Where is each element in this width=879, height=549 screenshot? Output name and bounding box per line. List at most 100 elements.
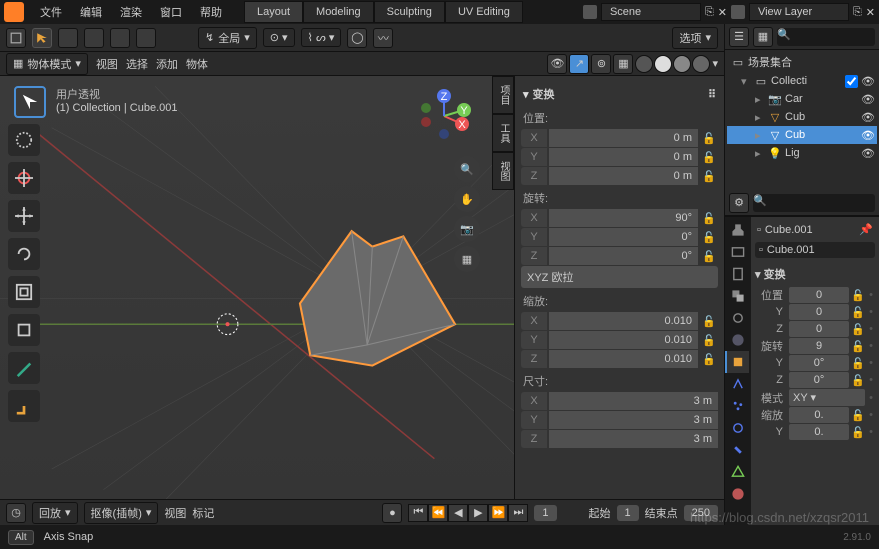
rot-x-field[interactable]: 90°	[549, 209, 698, 227]
tab-constraint-icon[interactable]	[725, 439, 749, 461]
pos-z-lock-icon[interactable]: 🔓	[700, 170, 718, 183]
tool-annotate[interactable]	[8, 352, 40, 384]
lock-icon[interactable]: 🔓	[851, 426, 865, 439]
pos-x-field[interactable]: 0 m	[549, 129, 698, 147]
workspace-uvediting[interactable]: UV Editing	[445, 1, 523, 23]
object-menu[interactable]: 物体	[186, 56, 208, 72]
p-rot-z[interactable]: 0°	[789, 372, 849, 388]
pan-icon[interactable]: ✋	[454, 186, 480, 212]
jump-start-icon[interactable]: ⏮	[408, 504, 428, 522]
scene-close-icon[interactable]: ✕	[718, 6, 727, 19]
select-mode-2-icon[interactable]	[84, 28, 104, 48]
dim-y-field[interactable]: 3 m	[549, 411, 718, 429]
options-dropdown[interactable]: 选项 ▾	[672, 27, 718, 49]
mode-dropdown[interactable]: ▦ 物体模式 ▾	[6, 53, 88, 75]
perspective-toggle-icon[interactable]: ▦	[454, 246, 480, 272]
tab-modifier-icon[interactable]	[725, 373, 749, 395]
rot-z-lock-icon[interactable]: 🔓	[700, 250, 718, 263]
tool-select[interactable]	[8, 124, 40, 156]
jump-end-icon[interactable]: ⏭	[508, 504, 528, 522]
pos-y-lock-icon[interactable]: 🔓	[700, 151, 718, 164]
playback-dropdown[interactable]: 回放 ▾	[32, 502, 78, 524]
prev-key-icon[interactable]: ⏪	[428, 504, 448, 522]
solid-shading[interactable]	[654, 55, 672, 73]
eye-icon[interactable]: 👁	[861, 111, 875, 124]
matprev-shading[interactable]	[673, 55, 691, 73]
p-rot-x[interactable]: 9	[789, 338, 849, 354]
lock-icon[interactable]: 🔓	[851, 340, 865, 353]
tree-item-camera[interactable]: ▸📷Car👁	[727, 90, 877, 108]
workspace-layout[interactable]: Layout	[244, 1, 303, 23]
lock-icon[interactable]: 🔓	[851, 357, 865, 370]
rotation-mode-dropdown[interactable]: XYZ 欧拉	[521, 266, 718, 288]
tool-move[interactable]	[8, 200, 40, 232]
viewlayer-copy-icon[interactable]: ⎘	[853, 6, 862, 19]
tab-material-icon[interactable]	[725, 483, 749, 505]
p-pos-x[interactable]: 0	[789, 287, 849, 303]
eye-icon[interactable]: 👁	[861, 147, 875, 160]
tree-collection[interactable]: ▾▭Collecti👁	[727, 72, 877, 90]
workspace-modeling[interactable]: Modeling	[303, 1, 374, 23]
p-rot-y[interactable]: 0°	[789, 355, 849, 371]
blender-logo[interactable]	[4, 2, 24, 22]
menu-edit[interactable]: 编辑	[72, 1, 110, 23]
viewlayer-field[interactable]: View Layer	[749, 3, 849, 21]
curve-icon[interactable]: 〰	[373, 28, 393, 48]
select-mode-3-icon[interactable]	[110, 28, 130, 48]
tab-particle-icon[interactable]	[725, 395, 749, 417]
rot-x-lock-icon[interactable]: 🔓	[700, 212, 718, 225]
eye-icon[interactable]: 👁	[861, 129, 875, 142]
camera-view-icon[interactable]: 📷	[454, 216, 480, 242]
3d-viewport[interactable]: 用户透视 (1) Collection | Cube.001 X Y Z	[0, 76, 724, 499]
pos-x-lock-icon[interactable]: 🔓	[700, 132, 718, 145]
menu-render[interactable]: 渲染	[112, 1, 150, 23]
p-scale-y[interactable]: 0.	[789, 424, 849, 440]
tool-rotate[interactable]	[8, 238, 40, 270]
tab-tool-icon[interactable]	[725, 219, 749, 241]
current-frame-field[interactable]: 1	[534, 505, 556, 521]
object-name[interactable]: Cube.001	[765, 224, 813, 236]
p-mode-dropdown[interactable]: XY ▾	[789, 389, 865, 406]
menu-help[interactable]: 帮助	[192, 1, 230, 23]
nav-gizmo[interactable]: X Y Z	[414, 86, 474, 146]
rot-y-lock-icon[interactable]: 🔓	[700, 231, 718, 244]
lock-icon[interactable]: 🔓	[851, 289, 865, 302]
outliner-display-icon[interactable]: ▦	[753, 27, 773, 47]
scene-copy-icon[interactable]: ⎘	[705, 6, 714, 19]
menu-file[interactable]: 文件	[32, 1, 70, 23]
pin-icon[interactable]: 📌	[859, 223, 873, 236]
transform-panel-title[interactable]: ▾ 变换⠿	[521, 82, 718, 106]
tab-physics-icon[interactable]	[725, 417, 749, 439]
tab-output-icon[interactable]	[725, 263, 749, 285]
keying-dropdown[interactable]: 抠像(插帧) ▾	[84, 502, 159, 524]
outliner-type-icon[interactable]: ☰	[729, 27, 749, 47]
tool-cursor[interactable]	[8, 162, 40, 194]
pos-y-field[interactable]: 0 m	[549, 148, 698, 166]
collection-checkbox[interactable]	[845, 75, 858, 88]
cursor-tool-icon[interactable]	[32, 28, 52, 48]
select-mode-4-icon[interactable]	[136, 28, 156, 48]
viewlayer-close-icon[interactable]: ✕	[866, 6, 875, 19]
data-name-row[interactable]: ▫Cube.001	[755, 242, 875, 258]
tree-item-cube-1[interactable]: ▸▽Cub👁	[727, 108, 877, 126]
props-transform-panel[interactable]: ▾ 变换	[755, 262, 875, 286]
select-menu[interactable]: 选择	[126, 56, 148, 72]
scale-z-field[interactable]: 0.010	[549, 350, 698, 368]
orientation-dropdown[interactable]: ↯ 全局 ▾	[198, 27, 257, 49]
view-menu[interactable]: 视图	[96, 56, 118, 72]
end-frame-field[interactable]: 250	[684, 505, 718, 521]
p-pos-y[interactable]: 0	[789, 304, 849, 320]
play-fwd-icon[interactable]: ▶	[468, 504, 488, 522]
workspace-sculpting[interactable]: Sculpting	[374, 1, 445, 23]
autokey-icon[interactable]: ●	[382, 503, 402, 523]
tree-item-cube-2[interactable]: ▸▽Cub👁	[727, 126, 877, 144]
tool-scale[interactable]	[8, 276, 40, 308]
timeline-view-menu[interactable]: 视图	[164, 505, 186, 521]
lock-icon[interactable]: 🔓	[851, 374, 865, 387]
visibility-icon[interactable]: 👁	[547, 54, 567, 74]
dim-x-field[interactable]: 3 m	[549, 392, 718, 410]
tab-scene-icon[interactable]	[725, 307, 749, 329]
snap-dropdown[interactable]: ⌇ ᔕ ▾	[301, 28, 342, 47]
next-key-icon[interactable]: ⏩	[488, 504, 508, 522]
xray-icon[interactable]: ▦	[613, 54, 633, 74]
